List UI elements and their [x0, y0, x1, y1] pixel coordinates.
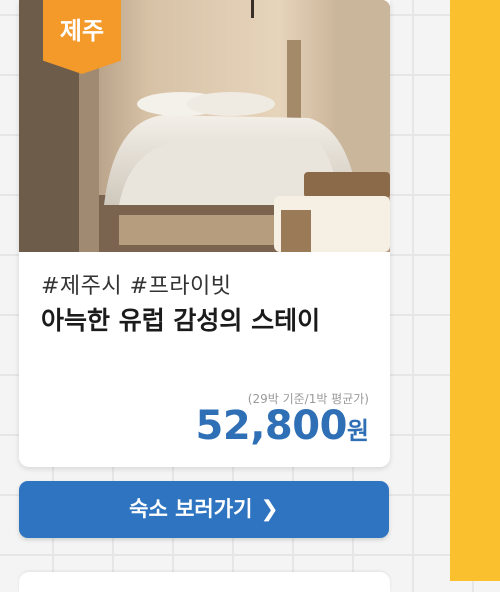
region-badge: 제주 [43, 0, 121, 74]
view-stay-button[interactable]: 숙소 보러가기 ❯ [19, 481, 389, 538]
side-panel [450, 0, 500, 581]
price: 52,800원 [196, 403, 369, 449]
listing-tags: #제주시 #프라이빗 [41, 274, 232, 299]
next-card-edge [19, 572, 390, 592]
chevron-right-icon: ❯ [260, 497, 279, 522]
price-amount: 52,800 [195, 403, 348, 449]
listing-title[interactable]: 아늑한 유럽 감성의 스테이 [41, 301, 320, 337]
listing-card[interactable]: 제주 #제주시 #프라이빗 아늑한 유럽 감성의 스테이 (29박 기준/1박 … [19, 0, 390, 467]
price-unit: 원 [346, 417, 369, 445]
view-stay-button-label: 숙소 보러가기 [129, 497, 253, 521]
